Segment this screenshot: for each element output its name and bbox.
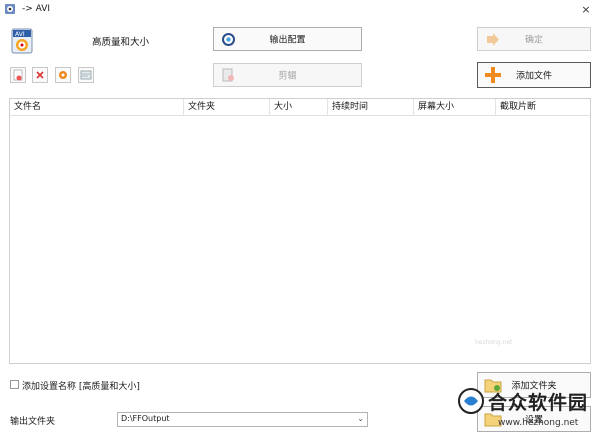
column-header-clip-segment[interactable]: 截取片断 [496, 99, 590, 115]
close-button[interactable]: × [577, 1, 595, 19]
remove-icon [36, 71, 44, 79]
column-header-size[interactable]: 大小 [270, 99, 328, 115]
add-doc-button[interactable] [10, 67, 26, 83]
output-folder-label: 输出文件夹 [10, 417, 56, 427]
clear-button[interactable] [55, 67, 71, 83]
clip-label: 剪辑 [278, 71, 297, 82]
brand-url: www.hezhong.net [498, 418, 579, 428]
add-name-label: 添加设置名称 [高质量和大小] [22, 382, 140, 392]
preset-label: 高质量和大小 [92, 37, 150, 48]
svg-text:AVI: AVI [15, 31, 25, 38]
table-header: 文件名 文件夹 大小 持续时间 屏幕大小 截取片断 [10, 99, 590, 116]
clip-button[interactable]: 剪辑 [213, 63, 362, 87]
window-title: -> AVI [22, 4, 51, 14]
output-folder-select[interactable]: D:\FFOutput ⌄ [117, 412, 368, 427]
title-bar: -> AVI × [0, 0, 600, 20]
column-header-folder[interactable]: 文件夹 [184, 99, 270, 115]
add-name-checkbox[interactable] [10, 380, 19, 389]
column-header-filename[interactable]: 文件名 [10, 99, 184, 115]
brand-logo-icon [458, 388, 484, 414]
add-doc-icon [13, 69, 23, 81]
confirm-button[interactable]: 确定 [477, 27, 591, 51]
chevron-down-icon: ⌄ [357, 414, 364, 423]
file-list-table[interactable]: 文件名 文件夹 大小 持续时间 屏幕大小 截取片断 hezhong.net [9, 98, 591, 364]
faint-watermark: hezhong.net [475, 339, 513, 346]
avi-format-icon: AVI [10, 28, 34, 54]
remove-button[interactable] [32, 67, 48, 83]
output-config-label: 输出配置 [269, 35, 306, 46]
media-info-icon [80, 70, 92, 80]
add-file-label: 添加文件 [515, 71, 552, 82]
column-header-screen-size[interactable]: 屏幕大小 [414, 99, 496, 115]
confirm-label: 确定 [524, 35, 543, 46]
media-info-button[interactable] [78, 67, 94, 83]
output-config-button[interactable]: 输出配置 [213, 27, 362, 51]
output-folder-value: D:\FFOutput [121, 414, 170, 423]
clear-icon [59, 71, 67, 79]
add-file-button[interactable]: 添加文件 [477, 62, 591, 88]
app-small-icon [4, 3, 16, 15]
brand-watermark: 合众软件园 [488, 392, 589, 414]
column-header-duration[interactable]: 持续时间 [328, 99, 414, 115]
